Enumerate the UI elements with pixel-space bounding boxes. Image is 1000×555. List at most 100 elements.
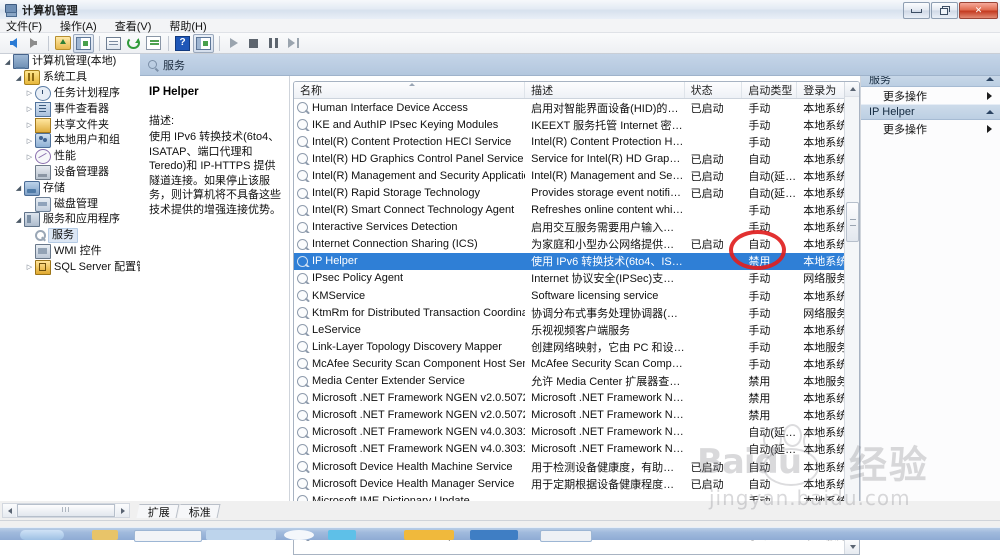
tab-extended[interactable]: 扩展 bbox=[136, 504, 180, 519]
column-header-1[interactable]: 描述 bbox=[525, 82, 685, 98]
table-row[interactable]: Intel(R) Smart Connect Technology Agent R… bbox=[294, 202, 859, 219]
table-row[interactable]: Microsoft Device Health Machine Service 用… bbox=[294, 458, 859, 475]
actions-item-more-actions[interactable]: 更多操作 bbox=[861, 120, 1000, 137]
column-header-2[interactable]: 状态 bbox=[685, 82, 743, 98]
help-icon[interactable]: ? bbox=[173, 35, 192, 52]
column-header-0[interactable]: 名称 bbox=[294, 82, 526, 98]
cell-startup: 禁用 bbox=[748, 376, 771, 389]
cell-startup: 手动 bbox=[748, 290, 771, 303]
table-row[interactable]: Microsoft .NET Framework NGEN v4.0.30319… bbox=[294, 424, 859, 441]
table-row[interactable]: Microsoft .NET Framework NGEN v4.0.30319… bbox=[294, 441, 859, 458]
menu-help[interactable]: 帮助(H) bbox=[169, 18, 215, 34]
tree-item-9[interactable]: 磁盘管理 bbox=[0, 196, 140, 212]
expand-arrow-down-icon[interactable]: ◢ bbox=[13, 184, 24, 192]
cell-startup: 自动(延迟... bbox=[748, 427, 797, 440]
expand-arrow-right-icon[interactable]: ▷ bbox=[24, 89, 35, 97]
expand-arrow-right-icon[interactable]: ▷ bbox=[24, 153, 35, 161]
tree-item-12[interactable]: WMI 控件 bbox=[0, 243, 140, 260]
table-row[interactable]: KMService Software licensing service 手动 本地系… bbox=[294, 287, 859, 304]
menu-action[interactable]: 操作(A) bbox=[60, 18, 106, 34]
hscroll-thumb[interactable]: III bbox=[17, 504, 115, 517]
expand-arrow-down-icon[interactable]: ◢ bbox=[13, 216, 24, 224]
pause-icon[interactable] bbox=[264, 35, 283, 52]
console-tree-icon[interactable] bbox=[73, 33, 94, 53]
expand-arrow-down-icon[interactable]: ◢ bbox=[13, 74, 24, 82]
table-row[interactable]: IPsec Policy Agent Internet 协议安全(IPSec)支持… bbox=[294, 270, 859, 287]
tree-item-13[interactable]: ▷ SQL Server 配置管理器 bbox=[0, 259, 140, 275]
service-gear-icon bbox=[297, 187, 308, 199]
table-row[interactable]: Intel(R) HD Graphics Control Panel Servi… bbox=[294, 150, 859, 167]
menu-view[interactable]: 查看(V) bbox=[115, 18, 161, 34]
back-button[interactable] bbox=[4, 35, 23, 52]
table-row[interactable]: Microsoft Device Health Manager Service 用… bbox=[294, 475, 859, 492]
tree-item-4[interactable]: ▷ 共享文件夹 bbox=[0, 117, 140, 133]
taskbar-item[interactable] bbox=[540, 530, 592, 542]
expand-arrow-right-icon[interactable]: ▷ bbox=[24, 105, 35, 113]
table-row[interactable]: Microsoft .NET Framework NGEN v2.0.50727… bbox=[294, 390, 859, 407]
table-row[interactable]: IKE and AuthIP IPsec Keying Modules IKEEX… bbox=[294, 116, 859, 133]
table-row[interactable]: Microsoft .NET Framework NGEN v2.0.50727… bbox=[294, 407, 859, 424]
scroll-right-button[interactable] bbox=[116, 504, 129, 517]
column-header-3[interactable]: 启动类型 bbox=[742, 82, 798, 98]
table-row[interactable]: Intel(R) Rapid Storage Technology Provide… bbox=[294, 184, 859, 201]
tree-item-11[interactable]: 服务 bbox=[0, 228, 140, 244]
services-list-body[interactable]: Human Interface Device Access 启用对智能界面设备(H… bbox=[294, 99, 859, 543]
cell-description: McAfee Security Scan Componen... bbox=[531, 357, 685, 370]
table-row[interactable]: KtmRm for Distributed Transaction Coordi… bbox=[294, 304, 859, 321]
forward-button[interactable] bbox=[24, 35, 43, 52]
tree-horizontal-scrollbar[interactable]: III bbox=[2, 503, 130, 518]
tree-item-2[interactable]: ▷ 任务计划程序 bbox=[0, 85, 140, 102]
minimize-button[interactable] bbox=[903, 2, 930, 19]
expand-arrow-right-icon[interactable]: ▷ bbox=[24, 121, 35, 129]
red-circle-annotation bbox=[729, 230, 786, 270]
action-pane-icon[interactable] bbox=[193, 33, 214, 53]
tab-standard[interactable]: 标准 bbox=[177, 504, 221, 519]
stop-icon[interactable] bbox=[244, 35, 263, 52]
table-row[interactable]: LeService 乐视视频客户端服务 手动 本地系统 bbox=[294, 321, 859, 338]
console-tree[interactable]: ◢ 计算机管理(本地) ◢ 系统工具 ▷ 任务计划程序 ▷ 事件查看器 ▷ 共享文件夹 ▷ 本地用户和… bbox=[0, 54, 141, 501]
scroll-up-button[interactable] bbox=[845, 82, 859, 97]
refresh-icon[interactable] bbox=[124, 35, 143, 52]
scroll-left-button[interactable] bbox=[3, 504, 16, 517]
expand-arrow-right-icon[interactable]: ▷ bbox=[24, 263, 35, 271]
export-icon[interactable] bbox=[144, 35, 163, 52]
table-row[interactable]: Link-Layer Topology Discovery Mapper 创建网络… bbox=[294, 338, 859, 355]
tree-item-5[interactable]: ▷ 本地用户和组 bbox=[0, 133, 140, 149]
restart-icon[interactable] bbox=[284, 35, 303, 52]
expand-arrow-down-icon[interactable]: ◢ bbox=[2, 58, 13, 66]
cell-description: 启用对智能界面设备(HID)的通用输... bbox=[531, 102, 684, 115]
table-row[interactable]: Media Center Extender Service 允许 Media Ce… bbox=[294, 373, 859, 390]
toolbar-separator bbox=[168, 35, 169, 51]
scroll-down-button[interactable] bbox=[845, 539, 859, 554]
restore-button[interactable] bbox=[931, 2, 958, 19]
play-icon[interactable] bbox=[224, 35, 243, 52]
menu-file[interactable]: 文件(F) bbox=[6, 18, 51, 34]
tree-item-6[interactable]: ▷ 性能 bbox=[0, 149, 140, 165]
tree-item-3[interactable]: ▷ 事件查看器 bbox=[0, 101, 140, 117]
view-tabs: 扩展 标准 bbox=[136, 503, 221, 519]
tree-item-7[interactable]: 设备管理器 bbox=[0, 164, 140, 181]
actions-groups: 服务 更多操作 IP Helper 更多操作 bbox=[861, 71, 1000, 137]
tree-item-0[interactable]: ◢ 计算机管理(本地) bbox=[0, 54, 140, 70]
tree-item-8[interactable]: ◢ 存储 bbox=[0, 180, 140, 196]
actions-group-header-1[interactable]: IP Helper bbox=[861, 104, 1000, 120]
properties-icon[interactable] bbox=[104, 35, 123, 52]
folder-up-icon[interactable] bbox=[53, 35, 72, 52]
table-row[interactable]: Human Interface Device Access 启用对智能界面设备(H… bbox=[294, 99, 859, 116]
close-button[interactable]: ✕ bbox=[959, 2, 998, 19]
cell-name: IP Helper bbox=[294, 255, 525, 267]
collapse-chevron-up-icon[interactable] bbox=[986, 110, 994, 114]
services-list-header[interactable]: 名称 描述 状态 启动类型 登录为 bbox=[294, 82, 859, 99]
actions-item-more-actions[interactable]: 更多操作 bbox=[861, 87, 1000, 104]
scrollbar-thumb[interactable] bbox=[846, 202, 859, 242]
tree-item-1[interactable]: ◢ 系统工具 bbox=[0, 70, 140, 86]
table-row[interactable]: Intel(R) Management and Security Applica… bbox=[294, 167, 859, 184]
cell-name: McAfee Security Scan Component Host Serv… bbox=[294, 358, 525, 370]
taskbar-item[interactable] bbox=[134, 530, 202, 542]
table-row[interactable]: Intel(R) Content Protection HECI Service… bbox=[294, 133, 859, 150]
expand-arrow-right-icon[interactable]: ▷ bbox=[24, 137, 35, 145]
table-row[interactable]: McAfee Security Scan Component Host Serv… bbox=[294, 355, 859, 372]
tree-item-10[interactable]: ◢ 服务和应用程序 bbox=[0, 212, 140, 228]
collapse-chevron-up-icon[interactable] bbox=[986, 77, 994, 81]
services-list-scrollbar[interactable] bbox=[844, 82, 859, 554]
